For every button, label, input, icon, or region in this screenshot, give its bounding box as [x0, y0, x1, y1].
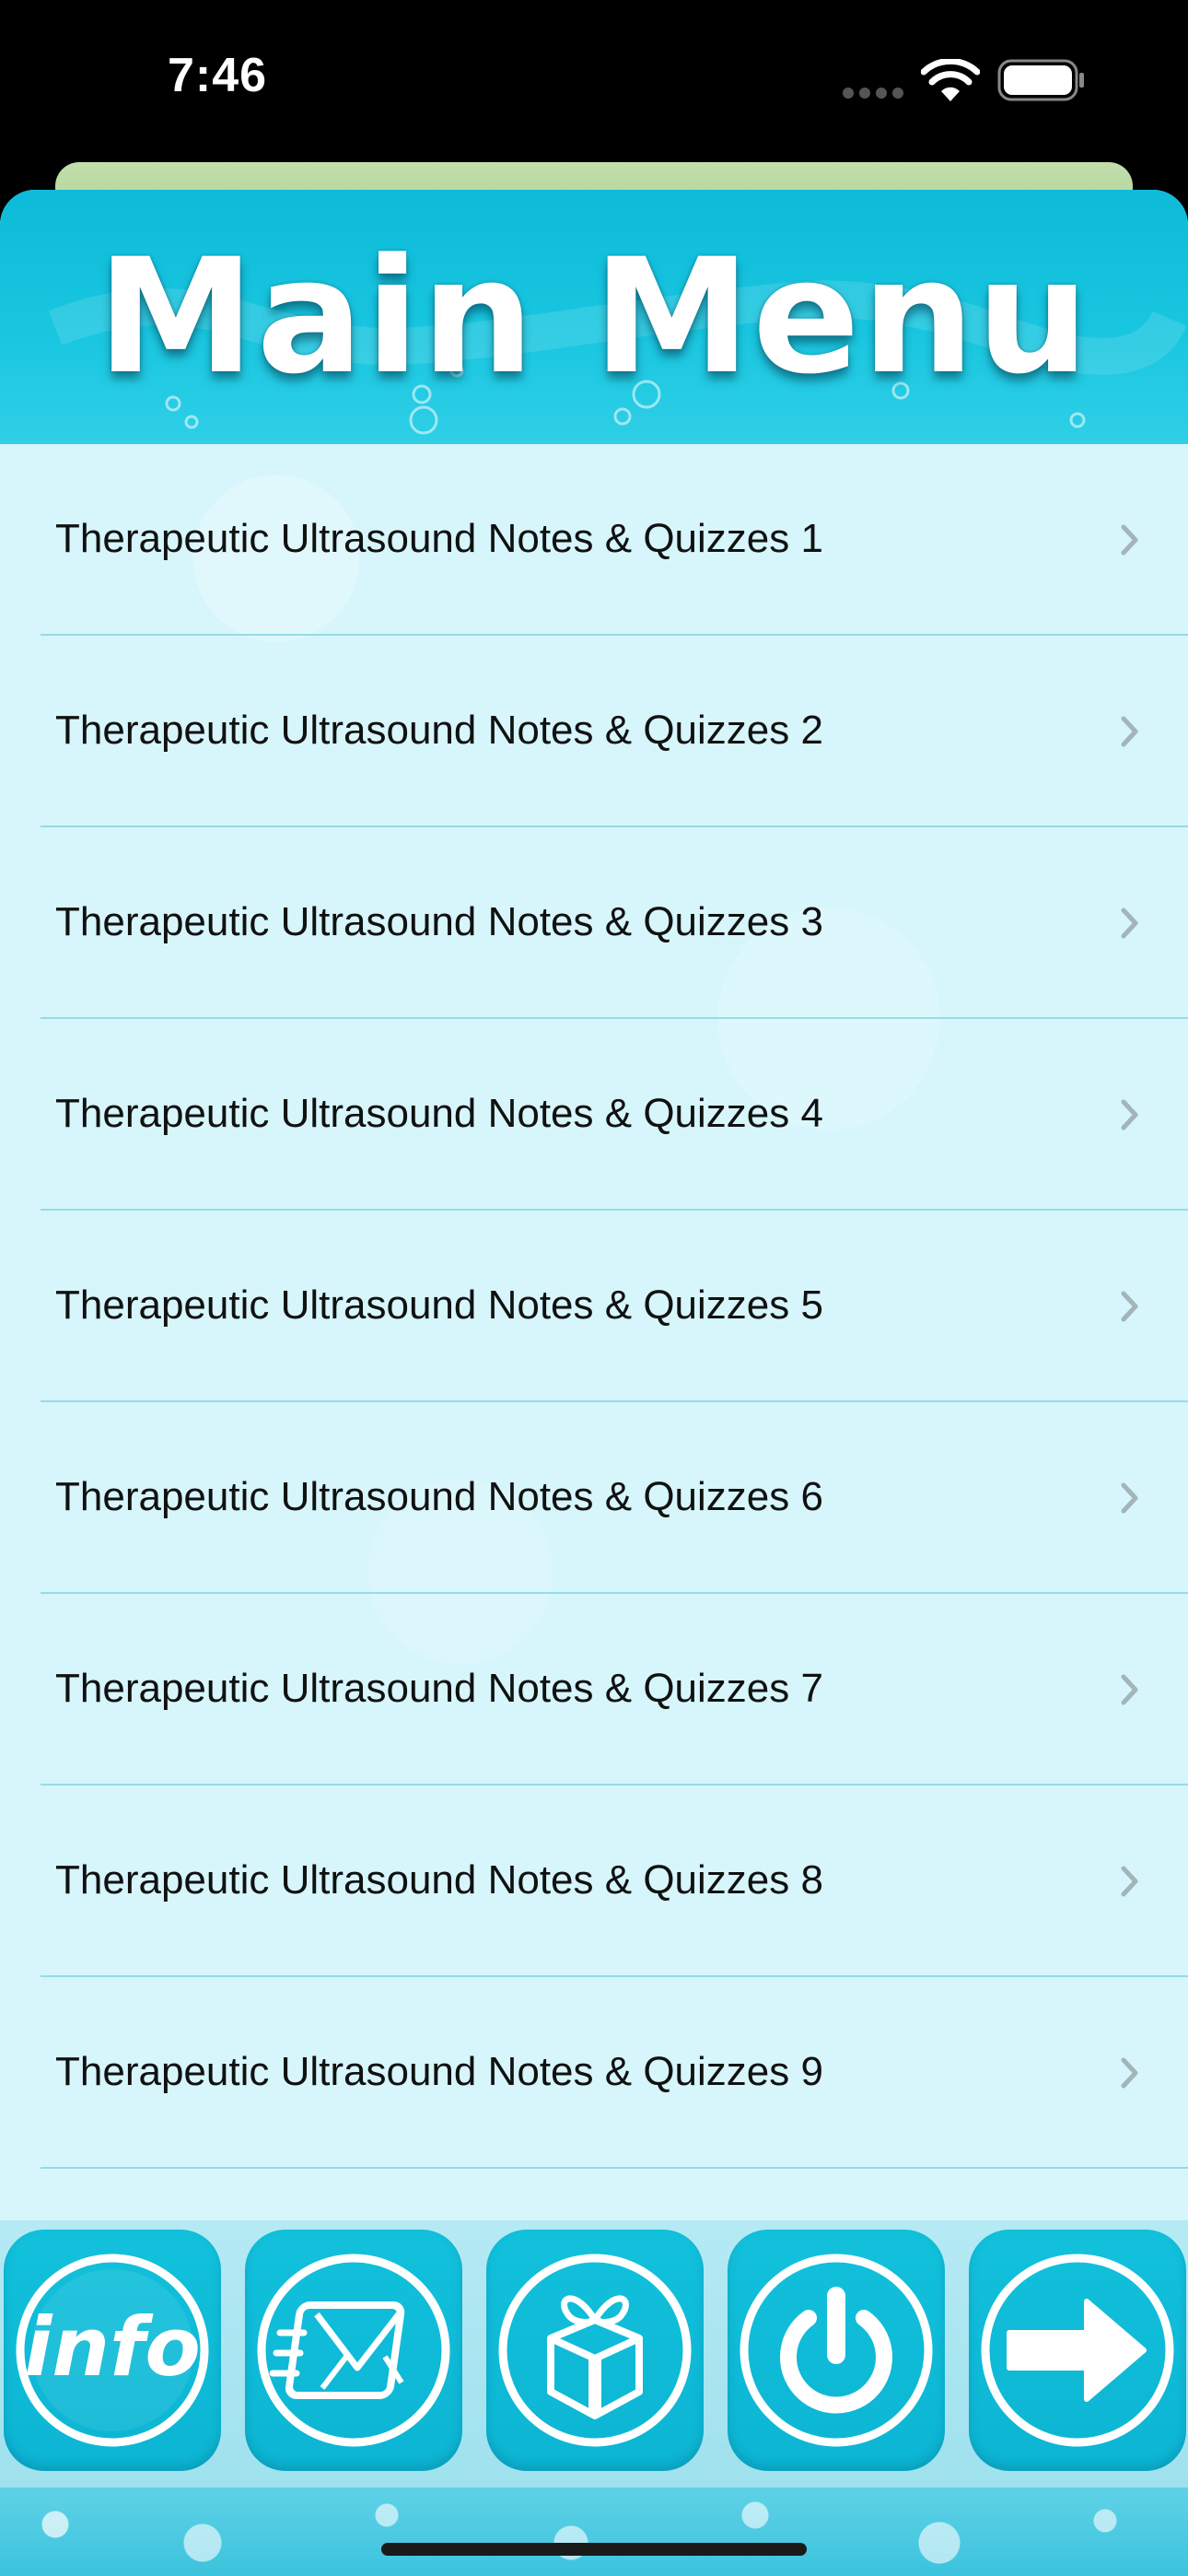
info-button[interactable]: info	[4, 2230, 221, 2471]
home-indicator[interactable]	[381, 2543, 807, 2556]
list-item-label: Therapeutic Ultrasound Notes & Quizzes 9	[55, 2049, 823, 2094]
list-item-label: Therapeutic Ultrasound Notes & Quizzes 8	[55, 1857, 823, 1903]
battery-icon	[997, 59, 1084, 101]
chevron-right-icon	[1121, 524, 1138, 556]
list-item-label: Therapeutic Ultrasound Notes & Quizzes 6	[55, 1474, 823, 1519]
info-icon: info	[16, 2254, 209, 2447]
list-item-label: Therapeutic Ultrasound Notes & Quizzes 1	[55, 516, 823, 561]
gift-icon	[498, 2254, 692, 2447]
list-item-label: Therapeutic Ultrasound Notes & Quizzes 5	[55, 1282, 823, 1328]
status-bar: 7:46	[0, 0, 1188, 161]
water-drops-background	[0, 2488, 1188, 2576]
arrow-right-icon	[981, 2254, 1174, 2447]
main-sheet: Main Menu Therapeutic Ultrasound Notes &…	[0, 190, 1188, 2576]
mail-button[interactable]	[245, 2230, 462, 2471]
chevron-right-icon	[1121, 1291, 1138, 1322]
list-item-label: Therapeutic Ultrasound Notes & Quizzes 2	[55, 708, 823, 753]
chevron-right-icon	[1121, 2057, 1138, 2089]
list-item[interactable]: Therapeutic Ultrasound Notes & Quizzes 8	[41, 1786, 1188, 1977]
chevron-right-icon	[1121, 907, 1138, 939]
power-icon	[740, 2254, 933, 2447]
chevron-right-icon	[1121, 1866, 1138, 1897]
list-item[interactable]: Therapeutic Ultrasound Notes & Quizzes 7	[41, 1594, 1188, 1786]
info-text: info	[24, 2300, 201, 2395]
list-item-label: Therapeutic Ultrasound Notes & Quizzes 3	[55, 899, 823, 944]
header-banner: Main Menu	[0, 190, 1188, 444]
wifi-icon	[921, 59, 980, 101]
list-item-label: Therapeutic Ultrasound Notes & Quizzes 4	[55, 1091, 823, 1136]
list-item[interactable]: Therapeutic Ultrasound Notes & Quizzes 9	[41, 1977, 1188, 2169]
status-time: 7:46	[168, 49, 268, 102]
list-item-label: Therapeutic Ultrasound Notes & Quizzes 7	[55, 1666, 823, 1711]
next-button[interactable]	[969, 2230, 1186, 2471]
power-button[interactable]	[728, 2230, 945, 2471]
list-item[interactable]: Therapeutic Ultrasound Notes & Quizzes 3	[41, 827, 1188, 1019]
bottom-toolbar: info	[0, 2220, 1188, 2488]
list-item[interactable]: Therapeutic Ultrasound Notes & Quizzes 4	[41, 1019, 1188, 1211]
menu-list: Therapeutic Ultrasound Notes & Quizzes 1…	[0, 444, 1188, 2169]
list-item[interactable]: Therapeutic Ultrasound Notes & Quizzes 2	[41, 636, 1188, 827]
page-title: Main Menu	[97, 224, 1091, 409]
chevron-right-icon	[1121, 1482, 1138, 1514]
mail-icon	[257, 2254, 450, 2447]
chevron-right-icon	[1121, 716, 1138, 747]
chevron-right-icon	[1121, 1099, 1138, 1130]
chevron-right-icon	[1121, 1674, 1138, 1705]
list-item[interactable]: Therapeutic Ultrasound Notes & Quizzes 6	[41, 1402, 1188, 1594]
list-item[interactable]: Therapeutic Ultrasound Notes & Quizzes 1	[41, 444, 1188, 636]
cellular-signal-icon	[843, 88, 903, 99]
list-item[interactable]: Therapeutic Ultrasound Notes & Quizzes 5	[41, 1211, 1188, 1402]
gift-button[interactable]	[486, 2230, 704, 2471]
